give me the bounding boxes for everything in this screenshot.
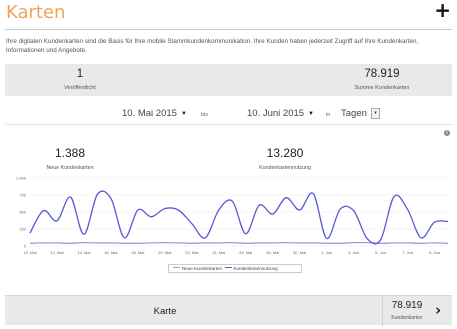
new-cards-label: Neue Kundenkarten xyxy=(46,165,94,171)
chevron-down-icon: ▼ xyxy=(308,111,314,117)
published-stat: 1 Veröffentlicht xyxy=(5,64,155,91)
x-tick-label: 5. Jun xyxy=(375,250,386,255)
header-divider xyxy=(5,29,452,30)
end-date-value: 10. Juni 2015 xyxy=(247,108,305,119)
x-tick-label: 22. Mai xyxy=(185,250,198,255)
x-tick-label: 12. Mai xyxy=(50,250,63,255)
start-date-value: 10. Mai 2015 xyxy=(122,108,177,119)
card-usage-swatch xyxy=(224,267,232,268)
unit-label: in xyxy=(326,112,331,118)
x-tick-label: 10. Mai xyxy=(23,250,36,255)
card-usage-value: 13.280 xyxy=(266,146,304,160)
card-count-label: Kundenkarten xyxy=(391,315,423,321)
chart-legend: Neue Kundenkarten Kundenkartennutzung xyxy=(168,264,302,273)
total-cards-label: Summe Kundenkarten xyxy=(354,85,410,91)
summary-stats-bar: 1 Veröffentlicht 78.919 Summe Kundenkart… xyxy=(5,64,452,96)
chart-divider xyxy=(5,124,452,125)
card-footer-row[interactable]: Karte 78.919 Kundenkarten › xyxy=(5,295,452,326)
x-tick-label: 18. Mai xyxy=(131,250,144,255)
x-tick-label: 16. Mai xyxy=(104,250,117,255)
published-count: 1 xyxy=(76,68,84,80)
new-cards-value: 1.388 xyxy=(54,146,86,160)
x-tick-label: 9. Jun xyxy=(429,250,440,255)
page-title: Karten xyxy=(6,2,66,23)
chevron-down-icon: ▼ xyxy=(180,111,187,117)
y-tick-label: 250 xyxy=(19,227,26,232)
plus-icon: + xyxy=(434,0,451,22)
published-label: Veröffentlicht xyxy=(64,85,96,91)
y-tick-label: 750 xyxy=(19,193,26,198)
new-cards-swatch xyxy=(173,267,180,268)
total-cards-stat: 78.919 Summe Kundenkarten xyxy=(307,64,457,91)
x-tick-label: 26. Mai xyxy=(239,250,252,255)
card-name: Karte xyxy=(153,306,177,317)
start-date-picker[interactable]: 10. Mai 2015 ▼ xyxy=(122,108,187,119)
y-tick-label: 0 xyxy=(24,244,27,249)
legend-new-cards: Neue Kundenkarten xyxy=(182,266,223,271)
card-count: 78.919 xyxy=(391,300,423,311)
series-line xyxy=(29,241,449,244)
between-label: bis xyxy=(201,112,209,118)
y-tick-label: 1.000 xyxy=(16,176,27,181)
x-tick-label: 1. Jun xyxy=(321,250,332,255)
x-tick-label: 7. Jun xyxy=(402,250,413,255)
card-usage-kpi: 13.280 Kundenkartennutzung xyxy=(225,146,345,171)
x-tick-label: 28. Mai xyxy=(266,250,279,255)
x-tick-label: 20. Mai xyxy=(158,250,171,255)
date-range-filter: 10. Mai 2015 ▼ bis 10. Juni 2015 ▼ in Tage… xyxy=(0,106,457,122)
chevron-right-icon[interactable]: › xyxy=(435,301,441,319)
end-date-picker[interactable]: 10. Juni 2015 ▼ xyxy=(247,108,314,119)
info-icon[interactable]: i xyxy=(444,130,450,136)
x-tick-label: 30. Mai xyxy=(293,250,306,255)
usage-line-chart: 1.000 750 500 250 0 10. Mai 12. Mai 14. Mai 16.… xyxy=(16,176,449,255)
interval-select-value[interactable]: Tagen xyxy=(341,108,367,119)
new-cards-kpi: 1.388 Neue Kundenkarten xyxy=(10,146,130,171)
total-cards-count: 78.919 xyxy=(364,68,400,80)
page-header: Karten + xyxy=(0,0,457,30)
x-tick-label: 14. Mai xyxy=(77,250,90,255)
legend-card-usage: Kundenkartennutzung xyxy=(233,266,278,271)
interval-select-button[interactable]: ▾ xyxy=(371,108,380,119)
y-tick-label: 500 xyxy=(19,210,26,215)
series-line xyxy=(29,190,449,245)
add-card-button[interactable]: + xyxy=(434,0,451,20)
page-description: Ihre digitalen Kundenkarten sind die Bas… xyxy=(6,38,419,54)
x-tick-label: 24. Mai xyxy=(212,250,225,255)
x-tick-label: 3. Jun xyxy=(348,250,359,255)
card-usage-label: Kundenkartennutzung xyxy=(259,165,311,171)
select-arrow-icon: ▾ xyxy=(374,110,377,116)
